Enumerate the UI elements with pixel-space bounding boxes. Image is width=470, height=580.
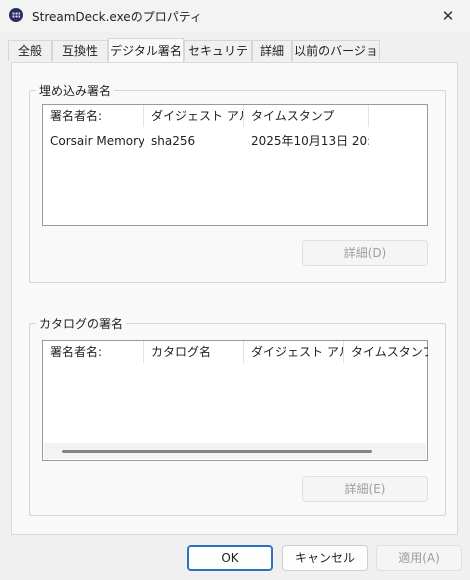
timestamp-cell: 2025年10月13日 20:... [251,134,369,148]
column-signer-name[interactable]: 署名者名: [43,341,144,363]
cancel-button[interactable]: キャンセル [282,545,368,571]
column-timestamp[interactable]: タイムスタンプ [244,105,369,127]
list-header: 署名者名: カタログ名 ダイジェスト アル... タイムスタンプ [43,341,428,363]
close-icon[interactable]: ✕ [436,4,460,28]
column-catalog-name[interactable]: カタログ名 [144,341,244,363]
tab-previous-versions[interactable]: 以前のバージョン [292,40,380,79]
tab-panel: 埋め込み署名 署名者名: ダイジェスト アル... タイムスタンプ Corsai… [11,62,458,535]
list-header: 署名者名: ダイジェスト アル... タイムスタンプ [43,105,427,127]
table-row[interactable]: Corsair Memory... sha256 2025年10月13日 20:… [43,131,427,151]
embedded-signatures-legend: 埋め込み署名 [39,84,112,98]
column-signer-name[interactable]: 署名者名: [43,105,144,127]
streamdeck-app-icon [9,8,23,22]
catalog-signatures-legend: カタログの署名 [39,317,124,331]
catalog-signatures-list[interactable]: 署名者名: カタログ名 ダイジェスト アル... タイムスタンプ [42,340,428,461]
column-digest-algorithm[interactable]: ダイジェスト アル... [144,105,244,127]
apply-button[interactable]: 適用(A) [376,545,462,571]
tab-digital-signatures[interactable]: デジタル署名 [108,38,184,62]
embedded-signatures-list[interactable]: 署名者名: ダイジェスト アル... タイムスタンプ Corsair Memor… [42,104,428,226]
tab-details[interactable]: 詳細 [252,40,292,61]
tab-security[interactable]: セキュリティ [184,40,252,79]
column-timestamp[interactable]: タイムスタンプ [344,341,428,363]
embedded-details-button[interactable]: 詳細(D) [302,240,428,266]
catalog-details-button[interactable]: 詳細(E) [302,476,428,502]
scrollbar-thumb[interactable] [62,450,372,453]
horizontal-scrollbar[interactable] [44,443,426,459]
digest-algorithm-cell: sha256 [151,134,196,148]
window-title: StreamDeck.exeのプロパティ [32,10,202,24]
ok-button[interactable]: OK [187,545,273,571]
title-bar: StreamDeck.exeのプロパティ ✕ [0,0,470,32]
tab-compatibility[interactable]: 互換性 [52,40,108,61]
tab-general[interactable]: 全般 [8,40,52,61]
column-digest-algorithm[interactable]: ダイジェスト アル... [244,341,344,363]
signer-name-cell: Corsair Memory... [50,134,144,148]
